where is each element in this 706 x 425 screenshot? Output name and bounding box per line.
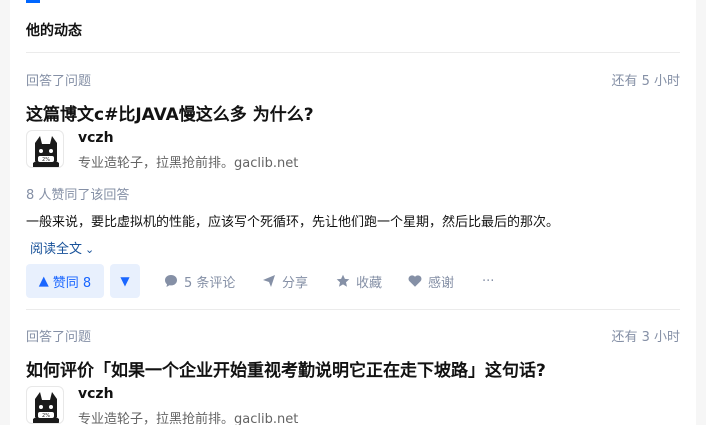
feed-item-time: 还有 5 小时 <box>611 74 680 89</box>
more-icon: ··· <box>482 273 495 289</box>
feed-item-action: 回答了问题 <box>26 74 92 89</box>
question-title[interactable]: 这篇博文c#比JAVA慢这么多 为什么? <box>26 100 314 125</box>
read-more-label: 阅读全文 <box>30 242 83 257</box>
cat-avatar-icon[interactable]: 2% <box>26 130 64 168</box>
triangle-down-icon: ▼ <box>120 274 130 288</box>
comments-button[interactable]: 5 条评论 <box>164 264 235 298</box>
favorite-button[interactable]: 收藏 <box>336 264 382 298</box>
favorite-label: 收藏 <box>356 275 383 291</box>
tab-indicator <box>26 0 40 3</box>
feed-item-meta: 回答了问题 还有 3 小时 <box>26 326 680 346</box>
share-icon <box>263 275 275 287</box>
question-title[interactable]: 如何评价「如果一个企业开始重视考勤说明它正在走下坡路」这句话? <box>26 356 546 381</box>
comments-label: 5 条评论 <box>184 275 236 291</box>
star-icon <box>336 274 350 287</box>
more-button[interactable]: ··· <box>482 264 494 298</box>
thanks-button[interactable]: 感谢 <box>408 264 454 298</box>
chevron-down-icon: ⌄ <box>85 243 95 256</box>
author-info: 2% vczh 专业造轮子，拉黑抢前排。gaclib.net <box>26 130 426 171</box>
author-name[interactable]: vczh <box>78 130 114 146</box>
triangle-up-icon: ▲ <box>38 273 49 289</box>
activity-card: 他的动态 回答了问题 还有 5 小时 这篇博文c#比JAVA慢这么多 为什么? … <box>10 0 696 425</box>
feed-item-time: 还有 3 小时 <box>611 330 680 345</box>
svg-text:2%: 2% <box>42 413 50 419</box>
author-bio: 专业造轮子，拉黑抢前排。gaclib.net <box>78 412 299 425</box>
feed-item-meta: 回答了问题 还有 5 小时 <box>26 70 680 90</box>
upvote-button[interactable]: ▲ 赞同 8 <box>26 264 104 298</box>
downvote-button[interactable]: ▼ <box>110 264 140 298</box>
section-title: 他的动态 <box>26 23 82 39</box>
action-bar: ▲ 赞同 8 ▼ 5 条评论 分享 收藏 感谢 ··· <box>26 264 626 298</box>
cat-avatar-icon[interactable]: 2% <box>26 386 64 424</box>
svg-text:2%: 2% <box>42 157 50 163</box>
read-more-button[interactable]: 阅读全文 ⌄ <box>30 238 94 257</box>
author-info: 2% vczh 专业造轮子，拉黑抢前排。gaclib.net <box>26 386 426 425</box>
upvote-label: 赞同 8 <box>52 275 92 291</box>
author-name[interactable]: vczh <box>78 386 114 402</box>
share-label: 分享 <box>282 275 309 291</box>
comment-icon <box>165 275 177 287</box>
votes-count: 8 人赞同了该回答 <box>26 188 130 203</box>
thanks-label: 感谢 <box>428 275 455 291</box>
divider <box>26 52 680 53</box>
feed-item-action: 回答了问题 <box>26 330 92 345</box>
divider <box>26 309 680 310</box>
author-bio: 专业造轮子，拉黑抢前排。gaclib.net <box>78 156 299 171</box>
heart-icon <box>408 275 422 287</box>
share-button[interactable]: 分享 <box>262 264 308 298</box>
answer-excerpt[interactable]: 一般来说，要比虚拟机的性能，应该写个死循环，先让他们跑一个星期，然后比最后的那次… <box>26 211 559 230</box>
